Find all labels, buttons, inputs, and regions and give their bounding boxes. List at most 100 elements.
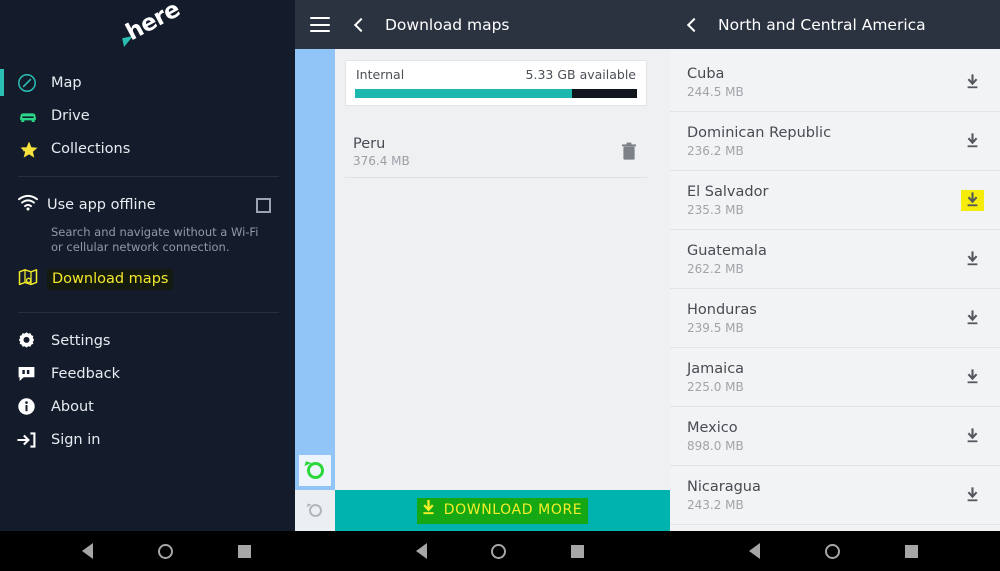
downloaded-map-name: Peru [353, 135, 386, 152]
country-texts: Dominican Republic 236.2 MB [687, 125, 961, 158]
country-size: 235.3 MB [687, 202, 744, 217]
trash-icon[interactable] [621, 142, 637, 161]
download-icon[interactable] [961, 249, 984, 270]
nav-button-group [333, 531, 666, 571]
sidebar-item-map[interactable]: Map [0, 66, 295, 99]
country-texts: Mexico 898.0 MB [687, 420, 961, 453]
region-list-header: North and Central America [670, 0, 1000, 49]
sidebar-item-download-maps[interactable]: Download maps [0, 264, 295, 294]
table-row[interactable]: Guatemala 262.2 MB [670, 230, 1000, 289]
logo-area: here [0, 0, 295, 66]
table-row[interactable]: El Salvador 235.3 MB [670, 171, 1000, 230]
sign-in-icon [17, 429, 43, 451]
region-list-pane: North and Central America Cuba 244.5 MB Do… [670, 0, 1000, 531]
download-icon [421, 499, 436, 521]
android-navigation-bar [0, 531, 1000, 571]
table-row[interactable]: Jamaica 225.0 MB [670, 348, 1000, 407]
nav-recents-icon[interactable] [904, 544, 918, 558]
country-size: 898.0 MB [687, 438, 744, 453]
country-texts: Honduras 239.5 MB [687, 302, 961, 335]
map-download-icon [17, 267, 39, 292]
chevron-left-icon[interactable] [686, 17, 702, 32]
downloaded-map-size: 376.4 MB [353, 153, 410, 168]
download-icon[interactable] [961, 189, 984, 211]
sidebar-item-feedback[interactable]: Feedback [0, 357, 295, 390]
download-maps-header: Download maps [295, 0, 670, 49]
wifi-icon [17, 194, 39, 216]
country-name: El Salvador [687, 183, 769, 200]
country-name: Cuba [687, 65, 725, 82]
country-texts: Jamaica 225.0 MB [687, 361, 961, 394]
storage-label: Internal [356, 67, 405, 82]
sidebar-item-about[interactable]: About [0, 390, 295, 423]
country-texts: El Salvador 235.3 MB [687, 184, 961, 217]
download-icon[interactable] [961, 485, 984, 506]
sidebar-item-label: Settings [51, 332, 111, 349]
table-row[interactable]: Dominican Republic 236.2 MB [670, 112, 1000, 171]
storage-available: 5.33 GB available [525, 67, 636, 82]
internal-storage-card: Internal 5.33 GB available [345, 60, 647, 106]
here-logo-text: here [121, 0, 185, 47]
country-name: Honduras [687, 301, 757, 318]
sidebar-item-label: Sign in [51, 431, 101, 448]
download-more-highlight: DOWNLOAD MORE [416, 497, 589, 524]
storage-progress-fill [355, 89, 573, 98]
gps-locked-icon [306, 462, 324, 479]
sidebar-item-sign-in[interactable]: Sign in [0, 423, 295, 456]
chevron-left-icon[interactable] [353, 17, 369, 32]
sidebar-item-label: About [51, 398, 94, 415]
info-icon [17, 396, 43, 418]
country-size: 236.2 MB [687, 143, 744, 158]
country-name: Dominican Republic [687, 124, 832, 141]
gps-locked-button[interactable] [295, 451, 335, 490]
sidebar-item-drive[interactable]: Drive [0, 99, 295, 132]
here-logo: here [122, 0, 184, 52]
nav-back-icon[interactable] [82, 543, 94, 559]
sidebar-item-label: Feedback [51, 365, 121, 382]
country-list: Cuba 244.5 MB Dominican Republic 236.2 MB El… [670, 49, 1000, 525]
download-more-label: DOWNLOAD MORE [443, 502, 583, 518]
nav-recents-icon[interactable] [237, 544, 251, 558]
car-icon [17, 105, 43, 127]
gps-locked-icon-wrap [299, 455, 331, 486]
table-row[interactable]: Mexico 898.0 MB [670, 407, 1000, 466]
download-icon[interactable] [961, 426, 984, 447]
download-icon[interactable] [961, 72, 984, 93]
country-size: 243.2 MB [687, 497, 744, 512]
country-name: Jamaica [687, 360, 745, 377]
table-row[interactable]: Honduras 239.5 MB [670, 289, 1000, 348]
download-icon[interactable] [961, 131, 984, 152]
nav-home-icon[interactable] [158, 543, 174, 559]
use-app-offline-label: Use app offline [47, 197, 156, 213]
hamburger-icon[interactable] [310, 17, 330, 32]
downloaded-map-row[interactable]: Peru 376.4 MB [345, 126, 647, 178]
use-app-offline-checkbox[interactable] [256, 197, 271, 213]
nav-back-icon[interactable] [749, 543, 761, 559]
use-app-offline-row[interactable]: Use app offline [0, 188, 295, 222]
navigation-drawer: here Map Drive Collections Use app offli… [0, 0, 295, 531]
country-name: Mexico [687, 419, 738, 436]
country-texts: Cuba 244.5 MB [687, 66, 961, 99]
download-icon[interactable] [961, 367, 984, 388]
active-indicator [0, 69, 4, 96]
country-size: 244.5 MB [687, 84, 744, 99]
gps-idle-icon [308, 504, 322, 517]
nav-home-icon[interactable] [824, 543, 840, 559]
country-name: Guatemala [687, 242, 767, 259]
sidebar-divider-bottom [18, 312, 279, 313]
download-maps-label: Download maps [47, 268, 174, 290]
table-row[interactable]: Nicaragua 243.2 MB [670, 466, 1000, 525]
table-row[interactable]: Cuba 244.5 MB [670, 53, 1000, 112]
download-maps-pane: Download maps Internal 5.33 GB available… [295, 0, 670, 531]
sidebar-item-collections[interactable]: Collections [0, 132, 295, 165]
sidebar-item-label: Collections [51, 140, 131, 157]
download-more-button[interactable]: DOWNLOAD MORE [335, 490, 670, 531]
sidebar-item-label: Drive [51, 107, 90, 124]
gps-idle-button[interactable] [295, 490, 335, 531]
nav-home-icon[interactable] [491, 543, 507, 559]
region-list-title: North and Central America [718, 15, 926, 34]
nav-back-icon[interactable] [415, 543, 427, 559]
sidebar-item-settings[interactable]: Settings [0, 324, 295, 357]
download-icon[interactable] [961, 308, 984, 329]
nav-recents-icon[interactable] [571, 544, 585, 558]
